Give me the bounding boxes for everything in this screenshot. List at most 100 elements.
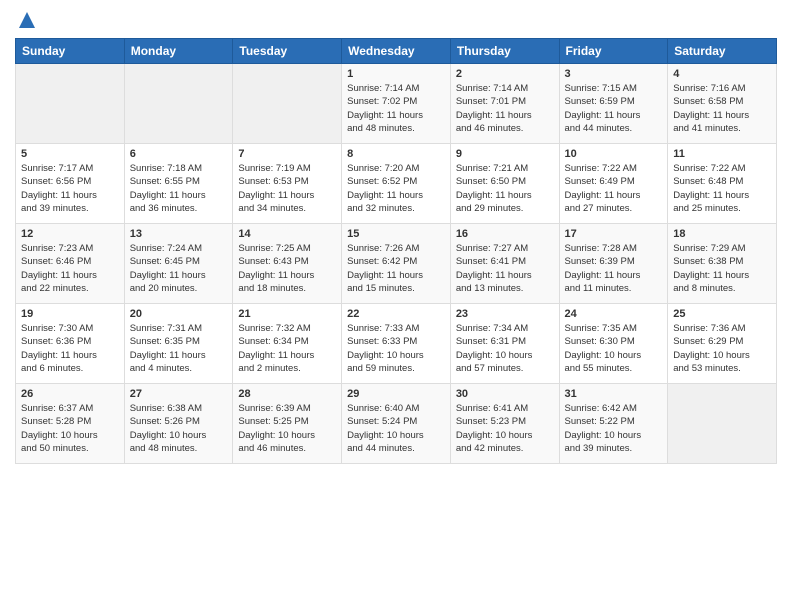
day-info: Sunrise: 7:22 AMSunset: 6:49 PMDaylight:… (565, 162, 663, 215)
calendar-cell: 19Sunrise: 7:30 AMSunset: 6:36 PMDayligh… (16, 304, 125, 384)
day-number: 1 (347, 68, 445, 80)
day-number: 21 (238, 308, 336, 320)
day-info: Sunrise: 6:37 AMSunset: 5:28 PMDaylight:… (21, 402, 119, 455)
calendar-cell: 21 Sunrise: 7:32 AMSunset: 6:34 PMDayligh… (233, 304, 342, 384)
calendar-cell: 20Sunrise: 7:31 AMSunset: 6:35 PMDayligh… (124, 304, 233, 384)
day-info: Sunrise: 6:38 AMSunset: 5:26 PMDaylight:… (130, 402, 228, 455)
day-number: 29 (347, 388, 445, 400)
calendar-cell: 10 Sunrise: 7:22 AMSunset: 6:49 PMDayligh… (559, 144, 668, 224)
day-info: Sunrise: 7:22 AMSunset: 6:48 PMDaylight:… (673, 162, 771, 215)
calendar-cell: 5 Sunrise: 7:17 AMSunset: 6:56 PMDaylight… (16, 144, 125, 224)
day-number: 5 (21, 148, 119, 160)
day-info: Sunrise: 7:19 AMSunset: 6:53 PMDaylight:… (238, 162, 336, 215)
calendar-cell: 24Sunrise: 7:35 AMSunset: 6:30 PMDayligh… (559, 304, 668, 384)
weekday-header-sunday: Sunday (16, 39, 125, 64)
day-info: Sunrise: 6:40 AMSunset: 5:24 PMDaylight:… (347, 402, 445, 455)
calendar-cell (668, 384, 777, 464)
calendar-cell: 31 Sunrise: 6:42 AMSunset: 5:22 PMDayligh… (559, 384, 668, 464)
calendar: SundayMondayTuesdayWednesdayThursdayFrid… (15, 38, 777, 464)
day-number: 13 (130, 228, 228, 240)
day-info: Sunrise: 7:14 AMSunset: 7:02 PMDaylight:… (347, 82, 445, 135)
day-info: Sunrise: 7:30 AMSunset: 6:36 PMDaylight:… (21, 322, 119, 375)
day-number: 23 (456, 308, 554, 320)
day-number: 25 (673, 308, 771, 320)
weekday-header-row: SundayMondayTuesdayWednesdayThursdayFrid… (16, 39, 777, 64)
day-number: 30 (456, 388, 554, 400)
day-info: Sunrise: 6:39 AMSunset: 5:25 PMDaylight:… (238, 402, 336, 455)
calendar-cell: 22 Sunrise: 7:33 AMSunset: 6:33 PMDayligh… (342, 304, 451, 384)
calendar-cell: 9 Sunrise: 7:21 AMSunset: 6:50 PMDaylight… (450, 144, 559, 224)
calendar-cell: 15 Sunrise: 7:26 AMSunset: 6:42 PMDayligh… (342, 224, 451, 304)
day-info: Sunrise: 7:16 AMSunset: 6:58 PMDaylight:… (673, 82, 771, 135)
calendar-cell: 16 Sunrise: 7:27 AMSunset: 6:41 PMDayligh… (450, 224, 559, 304)
day-number: 12 (21, 228, 119, 240)
weekday-header-friday: Friday (559, 39, 668, 64)
calendar-cell (233, 64, 342, 144)
week-row-1: 1 Sunrise: 7:14 AMSunset: 7:02 PMDaylight… (16, 64, 777, 144)
weekday-header-monday: Monday (124, 39, 233, 64)
week-row-4: 19Sunrise: 7:30 AMSunset: 6:36 PMDayligh… (16, 304, 777, 384)
calendar-cell: 6Sunrise: 7:18 AMSunset: 6:55 PMDaylight… (124, 144, 233, 224)
day-number: 11 (673, 148, 771, 160)
day-number: 7 (238, 148, 336, 160)
week-row-2: 5 Sunrise: 7:17 AMSunset: 6:56 PMDaylight… (16, 144, 777, 224)
day-number: 15 (347, 228, 445, 240)
day-info: Sunrise: 7:36 AMSunset: 6:29 PMDaylight:… (673, 322, 771, 375)
day-number: 2 (456, 68, 554, 80)
logo (15, 10, 37, 30)
day-info: Sunrise: 7:25 AMSunset: 6:43 PMDaylight:… (238, 242, 336, 295)
day-info: Sunrise: 7:32 AMSunset: 6:34 PMDaylight:… (238, 322, 336, 375)
calendar-cell: 7 Sunrise: 7:19 AMSunset: 6:53 PMDaylight… (233, 144, 342, 224)
day-number: 28 (238, 388, 336, 400)
day-number: 14 (238, 228, 336, 240)
day-info: Sunrise: 6:41 AMSunset: 5:23 PMDaylight:… (456, 402, 554, 455)
day-number: 16 (456, 228, 554, 240)
day-info: Sunrise: 7:29 AMSunset: 6:38 PMDaylight:… (673, 242, 771, 295)
day-number: 17 (565, 228, 663, 240)
day-number: 20 (130, 308, 228, 320)
calendar-cell: 3 Sunrise: 7:15 AMSunset: 6:59 PMDaylight… (559, 64, 668, 144)
calendar-cell (124, 64, 233, 144)
day-number: 10 (565, 148, 663, 160)
day-info: Sunrise: 6:42 AMSunset: 5:22 PMDaylight:… (565, 402, 663, 455)
calendar-cell: 13 Sunrise: 7:24 AMSunset: 6:45 PMDayligh… (124, 224, 233, 304)
day-number: 22 (347, 308, 445, 320)
day-number: 24 (565, 308, 663, 320)
calendar-cell: 4 Sunrise: 7:16 AMSunset: 6:58 PMDaylight… (668, 64, 777, 144)
day-number: 3 (565, 68, 663, 80)
calendar-cell: 1 Sunrise: 7:14 AMSunset: 7:02 PMDaylight… (342, 64, 451, 144)
header (15, 10, 777, 30)
day-info: Sunrise: 7:23 AMSunset: 6:46 PMDaylight:… (21, 242, 119, 295)
day-info: Sunrise: 7:17 AMSunset: 6:56 PMDaylight:… (21, 162, 119, 215)
day-info: Sunrise: 7:15 AMSunset: 6:59 PMDaylight:… (565, 82, 663, 135)
weekday-header-wednesday: Wednesday (342, 39, 451, 64)
weekday-header-thursday: Thursday (450, 39, 559, 64)
calendar-cell: 18 Sunrise: 7:29 AMSunset: 6:38 PMDayligh… (668, 224, 777, 304)
day-number: 8 (347, 148, 445, 160)
calendar-cell (16, 64, 125, 144)
day-number: 9 (456, 148, 554, 160)
day-info: Sunrise: 7:26 AMSunset: 6:42 PMDaylight:… (347, 242, 445, 295)
calendar-cell: 8 Sunrise: 7:20 AMSunset: 6:52 PMDaylight… (342, 144, 451, 224)
calendar-cell: 29 Sunrise: 6:40 AMSunset: 5:24 PMDayligh… (342, 384, 451, 464)
day-info: Sunrise: 7:21 AMSunset: 6:50 PMDaylight:… (456, 162, 554, 215)
calendar-cell: 12 Sunrise: 7:23 AMSunset: 6:46 PMDayligh… (16, 224, 125, 304)
day-info: Sunrise: 7:20 AMSunset: 6:52 PMDaylight:… (347, 162, 445, 215)
day-number: 4 (673, 68, 771, 80)
calendar-cell: 28 Sunrise: 6:39 AMSunset: 5:25 PMDayligh… (233, 384, 342, 464)
day-info: Sunrise: 7:18 AMSunset: 6:55 PMDaylight:… (130, 162, 228, 215)
day-info: Sunrise: 7:33 AMSunset: 6:33 PMDaylight:… (347, 322, 445, 375)
day-number: 18 (673, 228, 771, 240)
calendar-cell: 27 Sunrise: 6:38 AMSunset: 5:26 PMDayligh… (124, 384, 233, 464)
day-info: Sunrise: 7:34 AMSunset: 6:31 PMDaylight:… (456, 322, 554, 375)
calendar-cell: 26 Sunrise: 6:37 AMSunset: 5:28 PMDayligh… (16, 384, 125, 464)
day-info: Sunrise: 7:28 AMSunset: 6:39 PMDaylight:… (565, 242, 663, 295)
day-number: 26 (21, 388, 119, 400)
day-info: Sunrise: 7:24 AMSunset: 6:45 PMDaylight:… (130, 242, 228, 295)
weekday-header-tuesday: Tuesday (233, 39, 342, 64)
day-info: Sunrise: 7:27 AMSunset: 6:41 PMDaylight:… (456, 242, 554, 295)
day-number: 31 (565, 388, 663, 400)
calendar-cell: 14 Sunrise: 7:25 AMSunset: 6:43 PMDayligh… (233, 224, 342, 304)
page: SundayMondayTuesdayWednesdayThursdayFrid… (0, 0, 792, 612)
day-number: 27 (130, 388, 228, 400)
